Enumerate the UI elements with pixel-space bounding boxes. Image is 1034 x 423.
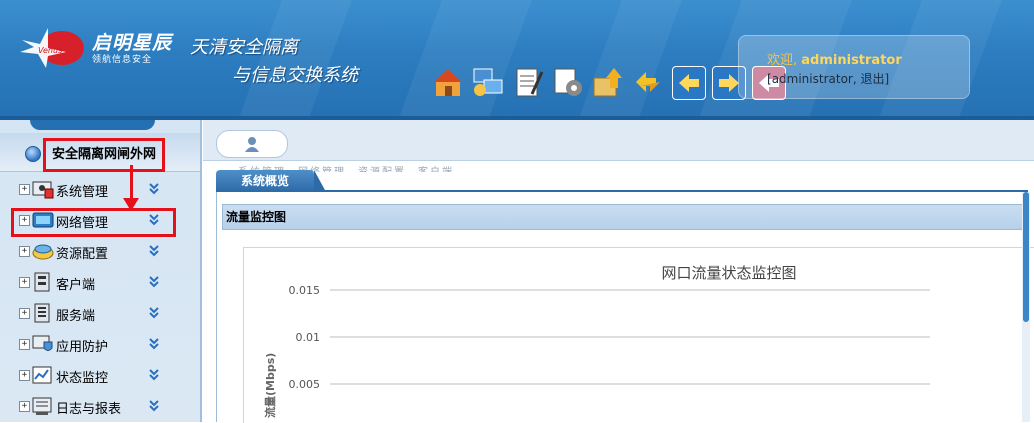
system-admin-icon <box>32 179 54 199</box>
settings-icon[interactable] <box>552 66 584 98</box>
sidebar-item-label: 应用防护 <box>56 340 109 355</box>
status-monitor-icon <box>32 365 54 385</box>
app-protect-icon <box>32 334 54 354</box>
user-line-close: ] <box>884 72 890 86</box>
server-icon <box>32 303 54 323</box>
user-pill[interactable] <box>216 130 288 158</box>
sidebar-header[interactable]: 安全隔离网闸外网 <box>0 133 200 172</box>
chevron-down-icon[interactable] <box>148 242 160 257</box>
chevron-down-icon[interactable] <box>148 304 160 319</box>
highlight-network-admin <box>11 208 176 237</box>
sync-icon[interactable] <box>632 66 664 98</box>
system-title-line2: 与信息交换系统 <box>232 65 358 86</box>
logout-link[interactable]: 退出 <box>861 72 885 86</box>
y-tick-label: 0.005 <box>289 378 321 391</box>
expand-icon[interactable]: + <box>19 339 30 350</box>
user-line-sep: , <box>852 72 857 86</box>
bullet-icon <box>25 146 41 162</box>
y-axis-label: 流量(Mbps) <box>263 353 277 418</box>
notes-icon[interactable] <box>512 66 544 98</box>
sidebar-item-server[interactable]: + 服务端 <box>0 300 200 328</box>
expand-icon[interactable]: + <box>19 277 30 288</box>
client-icon <box>32 272 54 292</box>
expand-icon[interactable]: + <box>19 401 30 412</box>
user-line: [administrator, 退出] <box>767 70 889 87</box>
sidebar-item-label: 状态监控 <box>56 371 109 386</box>
sidebar-item-label: 系统管理 <box>56 185 109 200</box>
upload-icon[interactable] <box>592 66 624 98</box>
expand-icon[interactable]: + <box>19 308 30 319</box>
vertical-scrollbar[interactable] <box>1022 192 1030 422</box>
welcome-username: administrator <box>801 53 902 68</box>
sidebar-item-label: 服务端 <box>56 309 96 324</box>
chart-plot: 0.015 0.01 0.005 流量(Mbps) <box>263 284 930 418</box>
welcome-text: 欢迎, administrator <box>767 49 902 68</box>
y-tick-label: 0.015 <box>289 284 321 297</box>
tab-system-overview[interactable]: 系统概览 <box>216 170 326 192</box>
sidebar-title[interactable]: 安全隔离网闸外网 <box>43 138 166 172</box>
sidebar-item-label: 资源配置 <box>56 247 109 262</box>
scrollbar-thumb[interactable] <box>1023 192 1029 322</box>
sidebar: 安全隔离网闸外网 + 系统管理 + 网络管理 + 资源配置 + 客户端 + 服务… <box>0 120 202 422</box>
expand-icon[interactable]: + <box>19 184 30 195</box>
sidebar-item-label: 日志与报表 <box>56 402 122 417</box>
chevron-down-icon[interactable] <box>148 273 160 288</box>
logo-text: 启明星辰 <box>92 32 173 54</box>
resource-icon <box>32 241 54 261</box>
logo-subtitle: 领航信息安全 <box>92 55 153 65</box>
user-account-link[interactable]: administrator <box>772 72 853 86</box>
network-icon[interactable] <box>472 66 504 98</box>
sidebar-item-status-monitor[interactable]: + 状态监控 <box>0 362 200 390</box>
tab-row: 系统管理 网络管理 资源配置 客户端 系统概览 <box>203 161 1034 192</box>
venus-logo-icon: Venus <box>18 22 88 70</box>
system-title-line1: 天清安全隔离 <box>190 37 298 58</box>
log-report-icon <box>32 396 54 416</box>
back-icon[interactable] <box>672 66 706 100</box>
welcome-prefix: 欢迎, <box>767 53 798 68</box>
sidebar-item-log-report[interactable]: + 日志与报表 <box>0 393 200 421</box>
sidebar-item-app-protect[interactable]: + 应用防护 <box>0 331 200 359</box>
main-content: 系统管理 网络管理 资源配置 客户端 系统概览 流量监控图 网口流量状态监控图 … <box>203 120 1034 423</box>
home-icon[interactable] <box>432 66 464 98</box>
user-info-panel: 欢迎, administrator [administrator, 退出] <box>738 35 970 99</box>
chevron-down-icon[interactable] <box>148 397 160 412</box>
sidebar-item-client[interactable]: + 客户端 <box>0 269 200 297</box>
chevron-down-icon[interactable] <box>148 335 160 350</box>
chevron-down-icon[interactable] <box>148 366 160 381</box>
y-tick-label: 0.01 <box>296 331 321 344</box>
section-title: 流量监控图 <box>222 204 1026 230</box>
chevron-down-icon[interactable] <box>148 180 160 195</box>
sidebar-item-label: 客户端 <box>56 278 96 293</box>
content-frame: 流量监控图 网口流量状态监控图 0.015 0.01 0.005 流量(Mbps) <box>216 192 1034 423</box>
logo-badge-text: Venus <box>38 46 62 55</box>
app-header: Venus 启明星辰 领航信息安全 天清安全隔离 与信息交换系统 欢迎, adm… <box>0 0 1034 120</box>
user-icon <box>244 136 260 152</box>
annotation-arrow-head <box>123 198 139 211</box>
sidebar-item-resource-config[interactable]: + 资源配置 <box>0 238 200 266</box>
sidebar-notch <box>30 120 155 130</box>
content-topbar <box>203 120 1034 161</box>
expand-icon[interactable]: + <box>19 370 30 381</box>
traffic-chart: 网口流量状态监控图 0.015 0.01 0.005 流量(Mbps) <box>243 247 1034 423</box>
expand-icon[interactable]: + <box>19 246 30 257</box>
sidebar-item-system-admin[interactable]: + 系统管理 <box>0 176 200 204</box>
